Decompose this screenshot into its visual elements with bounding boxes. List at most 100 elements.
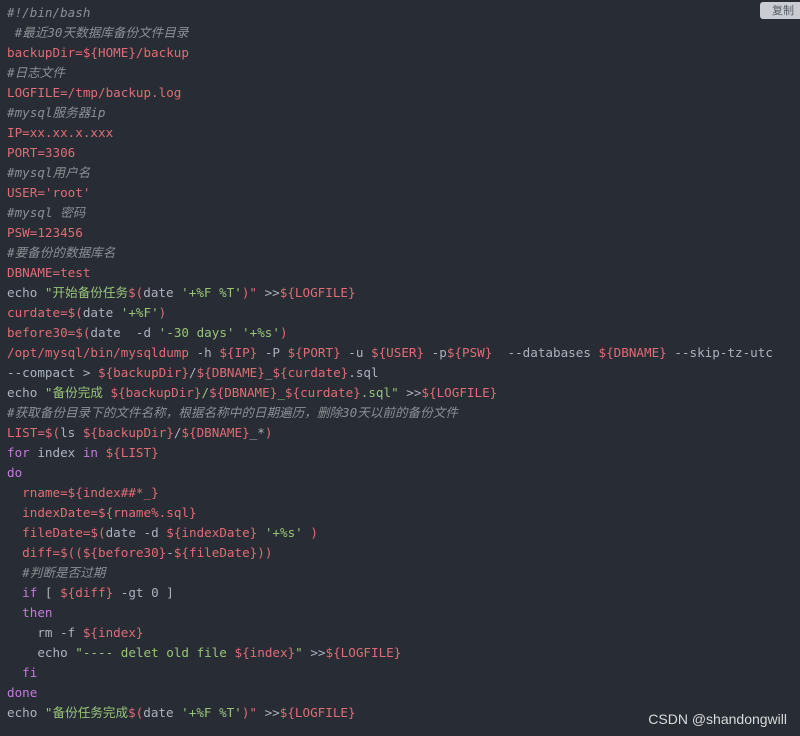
code-token: indexDate=${rname%.sql} [22,505,197,520]
code-token: before30=$( [7,325,91,340]
code-token: --compact > [7,365,98,380]
code-token: ${DBNAME} [181,425,250,440]
code-token: rname=${index##*_} [22,485,159,500]
code-token: fileDate=$( [22,525,106,540]
code-line: do [0,463,800,483]
code-line: if [ ${diff} -gt 0 ] [0,583,800,603]
code-token: ${curdate} [272,365,349,380]
code-token: ${index} [234,645,296,660]
code-token: " [295,645,303,660]
watermark: CSDN @shandongwill [648,711,787,727]
code-token: for [7,445,30,460]
code-token: / [201,385,210,400]
code-token: ${before30} [82,545,167,560]
code-line: then [0,603,800,623]
code-line: fi [0,663,800,683]
code-token: >> [398,385,422,400]
code-token: - [166,545,174,560]
code-token: ${backupDir} [110,385,202,400]
code-line: PORT=3306 [0,143,800,163]
code-line: LIST=$(ls ${backupDir}/${DBNAME}_*) [0,423,800,443]
copy-button[interactable]: 复制 [760,2,800,19]
code-token: ${DBNAME} [598,345,667,360]
code-token: #最近30天数据库备份文件目录 [7,25,189,40]
code-token: date [143,285,182,300]
code-line: for index in ${LIST} [0,443,800,463]
code-line: before30=$(date -d '-30 days' '+%s') [0,323,800,343]
code-token: #mysql服务器ip [7,105,106,120]
code-token: #判断是否过期 [22,565,106,580]
code-line: rm -f ${index} [0,623,800,643]
code-token: ${diff} [60,585,114,600]
code-token: PSW=123456 [7,225,83,240]
code-line: #最近30天数据库备份文件目录 [0,23,800,43]
code-token: LIST=$( [7,425,61,440]
code-token: #!/bin/bash [7,5,91,20]
code-token: ${LOGFILE} [325,645,402,660]
code-line: #mysql服务器ip [0,103,800,123]
code-token: if [22,585,38,600]
code-token: $( [128,705,144,720]
code-line: #要备份的数据库名 [0,243,800,263]
code-line: USER='root' [0,183,800,203]
code-token: backupDir=${HOME}/backup [7,45,189,60]
code-token: "备份任务完成 [44,705,129,720]
code-token: -P [257,345,288,360]
code-token: '+%F %T' [181,705,242,720]
code-line: #mysql 密码 [0,203,800,223]
code-token: #mysql 密码 [7,205,86,220]
code-token: '+%F %T' [181,285,242,300]
code-line: /opt/mysql/bin/mysqldump -h ${IP} -P ${P… [0,343,800,363]
code-token: _ [277,385,285,400]
code-line: #日志文件 [0,63,800,83]
code-token: ${indexDate} [166,525,258,540]
code-token: )" [241,285,258,300]
code-line: --compact > ${backupDir}/${DBNAME}_${cur… [0,363,800,383]
code-token: ${DBNAME} [209,385,278,400]
code-token: ${DBNAME} [196,365,265,380]
code-line: fileDate=$(date -d ${indexDate} '+%s' ) [0,523,800,543]
code-token: echo [7,645,76,660]
code-token: do [7,465,23,480]
code-token: /opt/mysql/bin/mysqldump [7,345,189,360]
code-token: -h [188,345,220,360]
code-token: #要备份的数据库名 [7,245,116,260]
code-token: echo [7,285,45,300]
code-token: '-30 days' '+%s' [158,325,280,340]
code-token: --skip-tz-utc [666,345,773,360]
code-token: ${PORT} [287,345,341,360]
code-token: >> [257,285,280,300]
code-token: done [7,685,38,700]
code-token: echo [7,385,45,400]
code-line: PSW=123456 [0,223,800,243]
code-token: "开始备份任务 [44,285,129,300]
code-line: rname=${index##*_} [0,483,800,503]
code-token: date -d [90,325,159,340]
code-line: echo "---- delet old file ${index}" >>${… [0,643,800,663]
code-line: backupDir=${HOME}/backup [0,43,800,63]
code-line: echo "备份完成 ${backupDir}/${DBNAME}_${curd… [0,383,800,403]
code-line: indexDate=${rname%.sql} [0,503,800,523]
code-token: .sql" [360,385,399,400]
code-block: #!/bin/bash #最近30天数据库备份文件目录 backupDir=${H… [0,0,800,736]
code-token: then [22,605,53,620]
code-token: ) [279,325,288,340]
code-token: ${backupDir} [98,365,189,380]
code-token: diff=$(( [22,545,83,560]
code-token: ${USER} [371,345,425,360]
code-line: done [0,683,800,703]
code-line: diff=$((${before30}-${fileDate})) [0,543,800,563]
code-token: [ [37,585,61,600]
code-token: -gt 0 ] [113,585,174,600]
code-token: curdate=$( [7,305,83,320]
code-token: ${PSW} [446,345,493,360]
code-line: #mysql用户名 [0,163,800,183]
code-token: >> [302,645,326,660]
